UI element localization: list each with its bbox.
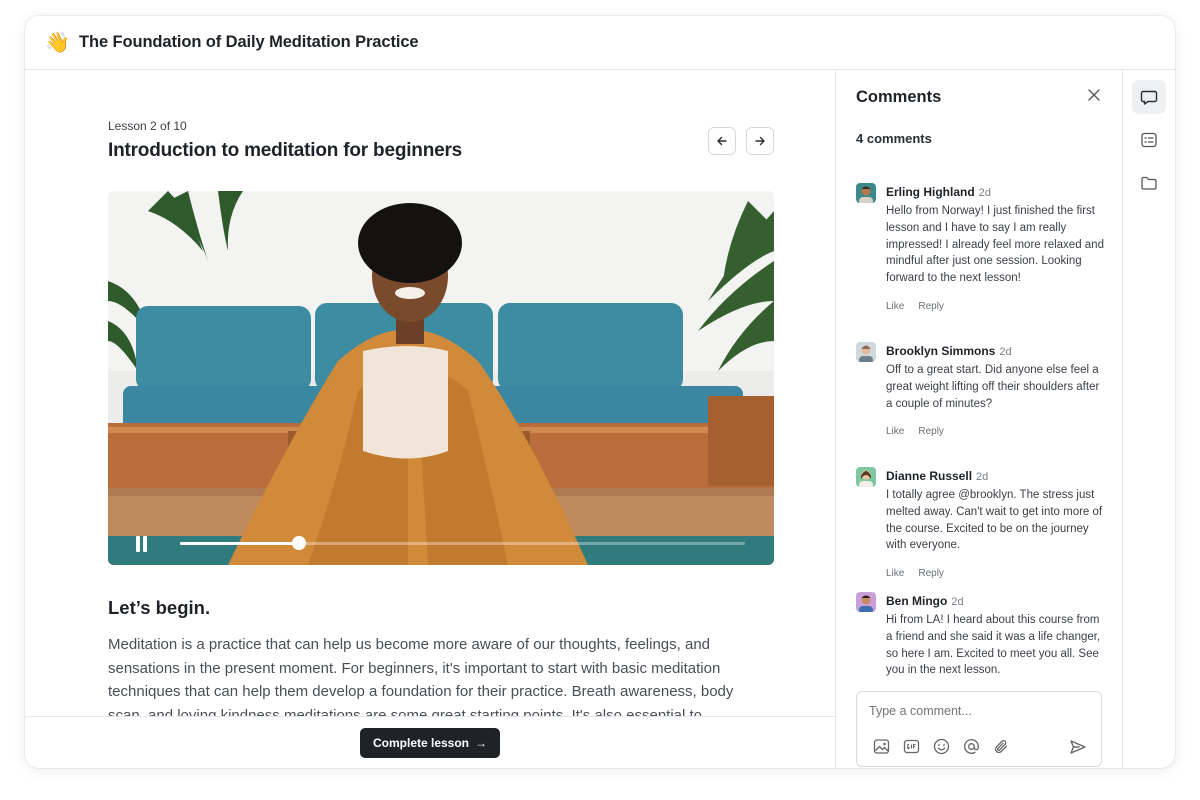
like-button[interactable]: Like xyxy=(886,301,904,312)
comment-author: Brooklyn Simmons 2d xyxy=(886,344,1012,358)
reply-button[interactable]: Reply xyxy=(918,426,944,437)
comments-count: 4 comments xyxy=(856,131,932,146)
avatar xyxy=(856,467,876,487)
lesson-counter: Lesson 2 of 10 xyxy=(108,119,187,133)
folder-icon xyxy=(1141,176,1157,190)
comment-actions: Like Reply xyxy=(886,568,944,579)
reply-button[interactable]: Reply xyxy=(918,301,944,312)
comment-author: Dianne Russell 2d xyxy=(886,469,989,483)
comments-tab-button[interactable] xyxy=(1132,80,1166,114)
top-bar: 👋 The Foundation of Daily Meditation Pra… xyxy=(25,16,1175,70)
course-title: The Foundation of Daily Meditation Pract… xyxy=(79,33,419,51)
complete-lesson-button[interactable]: Complete lesson → xyxy=(360,728,500,758)
close-icon[interactable] xyxy=(1086,88,1102,104)
video-progress-bar[interactable] xyxy=(180,536,745,550)
image-icon[interactable] xyxy=(872,737,891,756)
paperclip-icon[interactable] xyxy=(992,737,1011,756)
send-icon[interactable] xyxy=(1068,737,1088,757)
previous-lesson-button[interactable] xyxy=(708,127,736,155)
checklist-tab-button[interactable] xyxy=(1132,123,1166,157)
video-progress-handle[interactable] xyxy=(291,536,306,550)
comment-text: Hello from Norway! I just finished the f… xyxy=(886,205,1104,285)
like-button[interactable]: Like xyxy=(886,426,904,437)
arrow-right-icon: → xyxy=(475,736,488,750)
avatar xyxy=(856,342,876,362)
checklist-icon xyxy=(1141,132,1157,148)
comment-actions: Like Reply xyxy=(886,301,944,312)
chat-bubble-icon xyxy=(1140,90,1158,105)
video-controls xyxy=(108,517,774,565)
like-button[interactable]: Like xyxy=(886,568,904,579)
complete-lesson-label: Complete lesson xyxy=(372,736,470,750)
lesson-footer: Complete lesson → xyxy=(25,716,835,768)
video-frame-image xyxy=(108,191,774,565)
comment-actions: Like Reply xyxy=(886,426,944,437)
mention-icon[interactable] xyxy=(962,737,981,756)
lesson-content: Lesson 2 of 10 Introduction to meditatio… xyxy=(25,70,835,768)
avatar xyxy=(856,592,876,612)
comments-title: Comments xyxy=(856,88,942,106)
avatar xyxy=(856,183,876,203)
comment-text: Hi from LA! I heard about this course fr… xyxy=(886,614,1101,677)
video-progress-fill xyxy=(180,542,299,545)
arrow-left-icon xyxy=(717,136,727,146)
comments-panel: Comments 4 comments Erling Highland 2d He… xyxy=(835,70,1122,768)
comment-author: Erling Highland 2d xyxy=(886,185,991,199)
composer-toolbar xyxy=(872,737,1011,756)
video-player[interactable] xyxy=(108,191,774,565)
waving-hand-icon: 👋 xyxy=(45,31,70,54)
comment-text: I totally agree @brooklyn. The stress ju… xyxy=(886,489,1103,552)
lesson-title: Introduction to meditation for beginners xyxy=(108,140,463,161)
comment-input[interactable] xyxy=(869,704,1089,718)
files-tab-button[interactable] xyxy=(1132,166,1166,200)
reply-button[interactable]: Reply xyxy=(918,568,944,579)
comment-text: Off to a great start. Did anyone else fe… xyxy=(886,364,1100,410)
gif-icon[interactable] xyxy=(902,737,921,756)
next-lesson-button[interactable] xyxy=(746,127,774,155)
pause-button[interactable] xyxy=(135,536,149,552)
arrow-right-icon xyxy=(755,136,765,146)
side-rail xyxy=(1122,70,1175,768)
lesson-body-text: Meditation is a practice that can help u… xyxy=(108,636,734,724)
emoji-icon[interactable] xyxy=(932,737,951,756)
comment-author: Ben Mingo 2d xyxy=(886,594,964,608)
section-heading: Let’s begin. xyxy=(108,597,211,618)
app-window: 👋 The Foundation of Daily Meditation Pra… xyxy=(25,16,1175,768)
comment-composer xyxy=(856,691,1102,767)
